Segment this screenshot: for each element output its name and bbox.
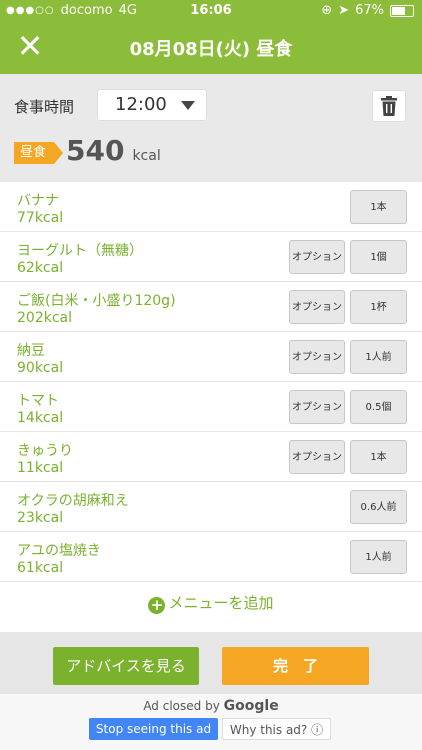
quantity-button[interactable]: 1杯 <box>350 290 407 324</box>
battery-percent: 67% <box>355 3 384 18</box>
option-button[interactable]: オプション <box>289 290 345 324</box>
food-name: オクラの胡麻和え <box>17 493 129 509</box>
google-logo: Google <box>223 698 279 714</box>
ad-closed-text: Ad closed by Google <box>0 698 422 714</box>
done-button[interactable]: 完 了 <box>222 647 369 685</box>
food-row[interactable]: アユの塩焼き 61kcal 1人前 <box>0 532 422 582</box>
food-kcal: 23kcal <box>17 510 64 526</box>
meal-type-tag: 昼食 <box>14 142 64 164</box>
footer-actions: アドバイスを見る 完 了 <box>0 632 422 694</box>
rotation-lock-icon: ⊕ <box>321 3 333 18</box>
food-kcal: 77kcal <box>17 210 64 226</box>
app-header: ●●●○○ docomo 4G 16:06 ⊕ ➤ 67% ✕ 08月08日(火… <box>0 0 422 74</box>
meal-time-value: 12:00 <box>115 94 167 115</box>
option-button[interactable]: オプション <box>289 390 345 424</box>
chevron-down-icon <box>181 101 195 110</box>
food-row[interactable]: きゅうり 11kcal オプション 1本 <box>0 432 422 482</box>
food-name: バナナ <box>17 193 59 209</box>
add-menu-label: メニューを追加 <box>168 594 274 612</box>
meal-panel: 食事時間 12:00 昼食 540 kcal <box>0 74 422 182</box>
add-menu-button[interactable]: + メニューを追加 <box>0 592 422 614</box>
food-kcal: 202kcal <box>17 310 72 326</box>
meal-time-label: 食事時間 <box>14 98 75 116</box>
food-row[interactable]: ヨーグルト（無糖） 62kcal オプション 1個 <box>0 232 422 282</box>
location-icon: ➤ <box>338 3 350 18</box>
quantity-button[interactable]: 1人前 <box>350 540 407 574</box>
option-button[interactable]: オプション <box>289 440 345 474</box>
page-title: 08月08日(火) 昼食 <box>129 39 293 60</box>
why-this-ad-button[interactable]: Why this ad? ⓘ <box>222 718 331 740</box>
option-button[interactable]: オプション <box>289 240 345 274</box>
option-button[interactable]: オプション <box>289 340 345 374</box>
quantity-button[interactable]: 1本 <box>350 440 407 474</box>
total-calories: 540 kcal <box>66 134 161 167</box>
food-name: ヨーグルト（無糖） <box>17 243 143 259</box>
food-row[interactable]: バナナ 77kcal 1本 <box>0 182 422 232</box>
total-kcal-unit: kcal <box>132 148 161 164</box>
food-kcal: 90kcal <box>17 360 64 376</box>
quantity-button[interactable]: 1個 <box>350 240 407 274</box>
food-name: きゅうり <box>17 443 73 459</box>
food-list: バナナ 77kcal 1本 ヨーグルト（無糖） 62kcal オプション 1個 … <box>0 182 422 632</box>
food-row[interactable]: 納豆 90kcal オプション 1人前 <box>0 332 422 382</box>
food-name: ご飯(白米・小盛り120g) <box>17 293 176 309</box>
trash-icon <box>381 96 397 116</box>
food-kcal: 14kcal <box>17 410 64 426</box>
quantity-button[interactable]: 1人前 <box>350 340 407 374</box>
total-kcal-value: 540 <box>66 134 125 167</box>
food-kcal: 62kcal <box>17 260 64 276</box>
ad-closed-label: Ad closed by <box>143 699 220 713</box>
status-bar: ●●●○○ docomo 4G 16:06 ⊕ ➤ 67% <box>0 0 422 22</box>
food-row[interactable]: オクラの胡麻和え 23kcal 0.6人前 <box>0 482 422 532</box>
food-row[interactable]: トマト 14kcal オプション 0.5個 <box>0 382 422 432</box>
food-row[interactable]: ご飯(白米・小盛り120g) 202kcal オプション 1杯 <box>0 282 422 332</box>
ad-banner: Ad closed by Google Stop seeing this ad … <box>0 694 422 750</box>
food-kcal: 11kcal <box>17 460 64 476</box>
quantity-button[interactable]: 0.5個 <box>350 390 407 424</box>
food-name: 納豆 <box>17 343 45 359</box>
food-name: トマト <box>17 393 59 409</box>
meal-time-select[interactable]: 12:00 <box>97 89 207 121</box>
stop-seeing-ad-button[interactable]: Stop seeing this ad <box>89 718 218 740</box>
food-name: アユの塩焼き <box>17 543 101 559</box>
plus-circle-icon: + <box>148 597 166 614</box>
quantity-button[interactable]: 1本 <box>350 190 407 224</box>
quantity-button[interactable]: 0.6人前 <box>350 490 407 524</box>
food-kcal: 61kcal <box>17 560 64 576</box>
advice-button[interactable]: アドバイスを見る <box>53 647 199 685</box>
status-right: ⊕ ➤ 67% <box>321 3 414 18</box>
delete-button[interactable] <box>372 90 406 122</box>
battery-icon <box>390 4 414 17</box>
